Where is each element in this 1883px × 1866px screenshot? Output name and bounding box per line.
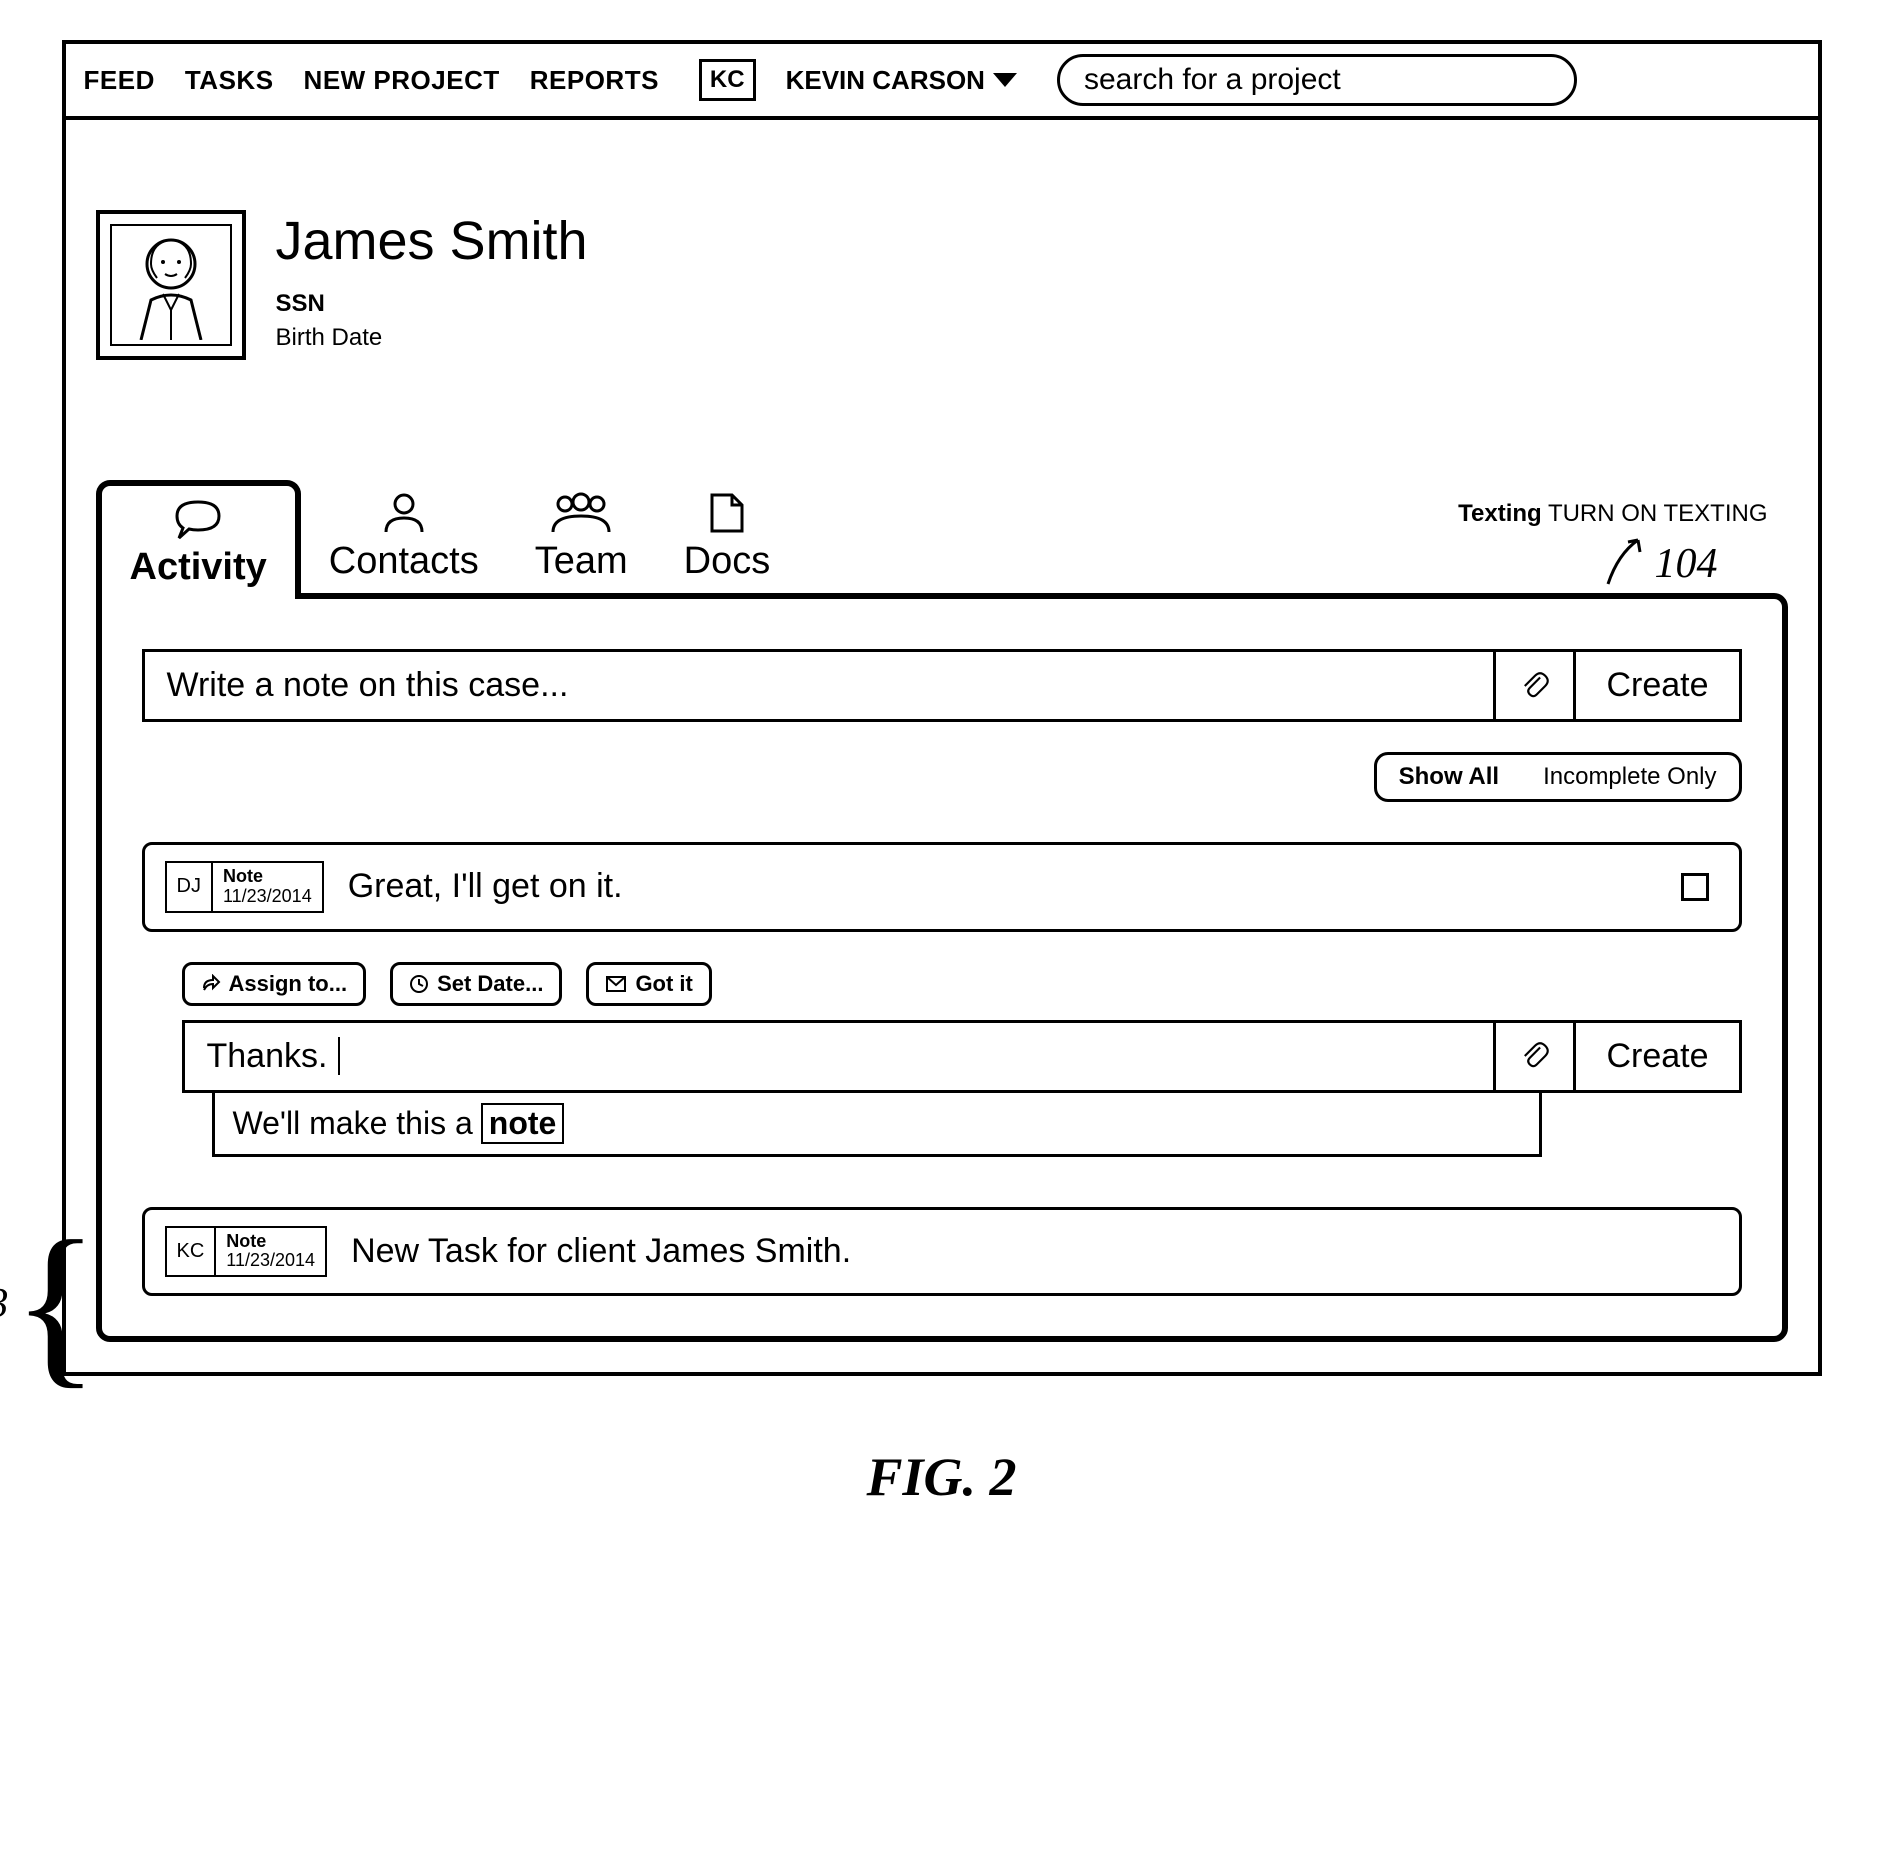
tab-label: Docs [684, 540, 771, 583]
tab-docs[interactable]: Docs [656, 480, 799, 593]
assign-to-button[interactable]: Assign to... [182, 962, 367, 1006]
feed-date: 11/23/2014 [223, 887, 312, 907]
avatar [96, 210, 246, 360]
reply-attach-button[interactable] [1493, 1023, 1573, 1090]
chip-label: Set Date... [437, 971, 543, 997]
paperclip-icon [1518, 1039, 1552, 1073]
user-menu[interactable]: KEVIN CARSON [786, 65, 1017, 96]
tab-label: Contacts [329, 540, 479, 583]
feed-actions: Assign to... Set Date... Got it [182, 962, 1742, 1006]
profile-info: James Smith SSN Birth Date [276, 210, 588, 358]
filter-row: Show All Incomplete Only [142, 752, 1742, 802]
figure-caption: FIG. 2 [40, 1446, 1843, 1508]
tab-contacts[interactable]: Contacts [301, 480, 507, 593]
feed-author-badge: KC Note 11/23/2014 [165, 1226, 328, 1278]
top-nav: FEED TASKS NEW PROJECT REPORTS KC KEVIN … [66, 44, 1818, 120]
user-initials-badge[interactable]: KC [699, 59, 756, 101]
search-input[interactable]: search for a project [1057, 54, 1577, 106]
attach-button[interactable] [1493, 652, 1573, 719]
tab-team[interactable]: Team [507, 480, 656, 593]
nav-feed[interactable]: FEED [84, 65, 155, 96]
note-composer: Write a note on this case... Create [142, 649, 1742, 722]
paperclip-icon [1518, 669, 1552, 703]
profile-name: James Smith [276, 210, 588, 272]
main-content: James Smith SSN Birth Date Texting TURN … [66, 120, 1818, 1372]
tabs: Activity Contacts Team [96, 480, 1788, 593]
profile-birthdate-label: Birth Date [276, 324, 588, 352]
annotation-103: 103 { [0, 1250, 99, 1358]
document-icon [708, 492, 746, 534]
tab-activity[interactable]: Activity [96, 480, 301, 599]
reply-create-button[interactable]: Create [1573, 1023, 1738, 1090]
person-portrait-icon [121, 230, 221, 340]
avatar-image [110, 224, 232, 346]
person-icon [382, 492, 426, 534]
people-icon [549, 492, 613, 534]
profile-header: James Smith SSN Birth Date [96, 210, 1788, 360]
author-initials: KC [167, 1228, 217, 1276]
create-button[interactable]: Create [1573, 652, 1738, 719]
clock-icon [409, 974, 429, 994]
feed-text: Great, I'll get on it. [348, 867, 1657, 906]
author-initials: DJ [167, 863, 213, 911]
chevron-down-icon [993, 73, 1017, 87]
app-window: FEED TASKS NEW PROJECT REPORTS KC KEVIN … [62, 40, 1822, 1376]
reply-composer: Thanks. Create [182, 1020, 1742, 1093]
reply-block: Thanks. Create We'll make this a note [182, 1020, 1742, 1157]
feed-date: 11/23/2014 [226, 1251, 315, 1271]
feed-author-badge: DJ Note 11/23/2014 [165, 861, 324, 913]
filter-show-all[interactable]: Show All [1377, 755, 1521, 799]
note-input[interactable]: Write a note on this case... [145, 652, 1494, 719]
envelope-icon [605, 975, 627, 993]
nav-new-project[interactable]: NEW PROJECT [304, 65, 500, 96]
reply-input[interactable]: Thanks. [185, 1023, 1494, 1090]
suggestion-dropdown[interactable]: We'll make this a note [212, 1093, 1542, 1157]
filter-incomplete-only[interactable]: Incomplete Only [1521, 755, 1738, 799]
feed-checkbox[interactable] [1681, 873, 1709, 901]
feed-item: DJ Note 11/23/2014 Great, I'll get on it… [142, 842, 1742, 932]
chip-label: Got it [635, 971, 692, 997]
feed-type: Note [223, 867, 312, 887]
feed-item: KC Note 11/23/2014 New Task for client J… [142, 1207, 1742, 1297]
got-it-button[interactable]: Got it [586, 962, 711, 1006]
nav-tasks[interactable]: TASKS [185, 65, 274, 96]
nav-reports[interactable]: REPORTS [530, 65, 659, 96]
user-name: KEVIN CARSON [786, 65, 985, 96]
tab-label: Activity [130, 546, 267, 589]
activity-panel: Write a note on this case... Create Show… [96, 593, 1788, 1342]
suggestion-keyword: note [481, 1103, 565, 1144]
chip-label: Assign to... [229, 971, 348, 997]
share-arrow-icon [201, 974, 221, 994]
feed-text: New Task for client James Smith. [351, 1232, 1718, 1271]
tab-label: Team [535, 540, 628, 583]
speech-bubble-icon [171, 498, 225, 540]
set-date-button[interactable]: Set Date... [390, 962, 562, 1006]
suggestion-text: We'll make this a [233, 1105, 473, 1142]
filter-toggle: Show All Incomplete Only [1374, 752, 1742, 802]
profile-ssn-label: SSN [276, 290, 588, 318]
feed-type: Note [226, 1232, 315, 1252]
